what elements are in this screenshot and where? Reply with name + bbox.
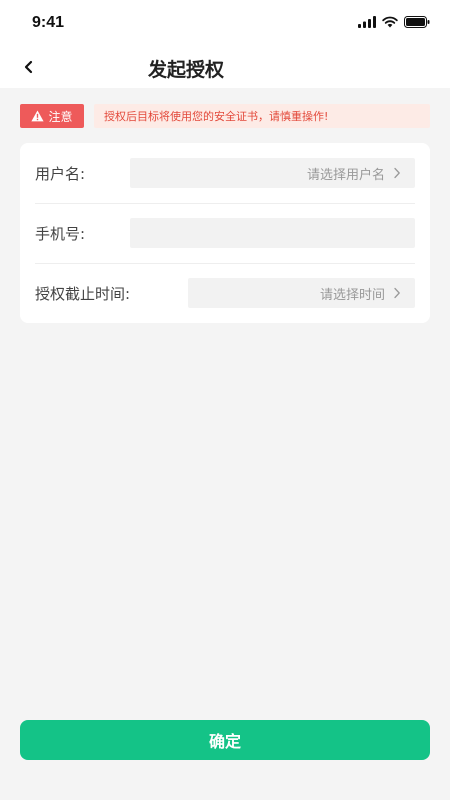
warning-message: 授权后目标将使用您的安全证书，请慎重操作!	[104, 110, 329, 123]
confirm-button[interactable]: 确定	[20, 720, 430, 760]
phone-input[interactable]	[130, 218, 415, 248]
chevron-right-icon	[394, 167, 400, 179]
confirm-button-label: 确定	[208, 732, 241, 751]
deadline-select[interactable]: 请选择时间	[188, 278, 415, 308]
warning-badge: 注意	[20, 104, 84, 128]
username-select[interactable]: 请选择用户名	[130, 158, 415, 188]
page-title: 发起授权	[148, 59, 225, 81]
phone-label: 手机号:	[35, 224, 86, 243]
chevron-right-icon	[394, 287, 400, 299]
username-label: 用户名:	[35, 164, 86, 183]
username-placeholder: 请选择用户名	[306, 167, 385, 183]
wifi-icon	[382, 16, 398, 28]
back-button[interactable]	[16, 54, 42, 80]
form-row-phone: 手机号:	[35, 203, 415, 263]
deadline-placeholder: 请选择时间	[319, 287, 385, 303]
warning-notice: 注意 授权后目标将使用您的安全证书，请慎重操作!	[20, 104, 430, 128]
nav-bar: 发起授权	[0, 46, 450, 88]
chevron-left-icon	[24, 60, 33, 74]
status-icons	[358, 16, 430, 28]
status-time: 9:41	[32, 14, 65, 31]
deadline-label: 授权截止时间:	[35, 284, 131, 303]
warning-message-box: 授权后目标将使用您的安全证书，请慎重操作!	[94, 104, 430, 128]
battery-icon	[404, 16, 430, 28]
cellular-signal-icon	[358, 16, 376, 28]
authorization-form: 用户名: 请选择用户名 手机号: 授权截止时间: 请选择时间	[20, 143, 430, 323]
form-row-username: 用户名: 请选择用户名	[35, 143, 415, 203]
form-row-deadline: 授权截止时间: 请选择时间	[35, 263, 415, 323]
warning-icon	[31, 110, 45, 122]
warning-badge-label: 注意	[48, 109, 73, 124]
status-bar: 9:41	[0, 0, 450, 46]
